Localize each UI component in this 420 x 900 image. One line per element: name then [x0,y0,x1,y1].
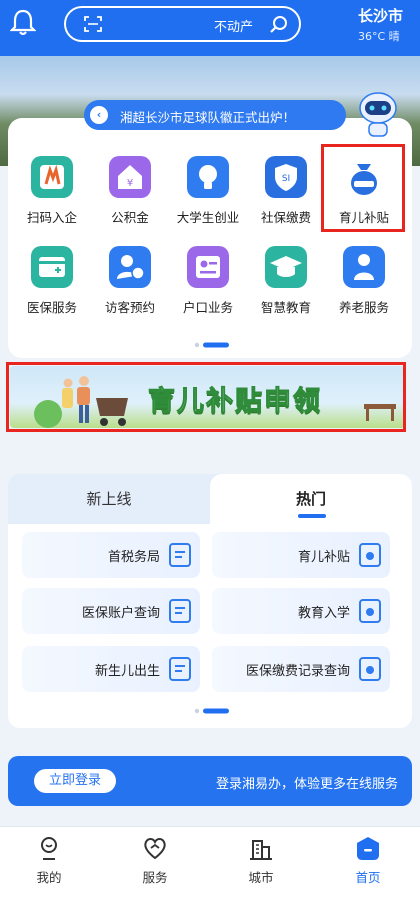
arrow-icon: ‹ [90,106,108,124]
service-scan-enter[interactable]: 扫码入企 [12,156,92,236]
scan-icon[interactable] [84,16,102,32]
service-label: 医保服务 [26,300,77,315]
nav-label: 我的 [36,870,62,885]
highlight-box-childcare [321,144,405,232]
city-name[interactable]: 长沙市 [358,5,403,26]
service-label: 大学生创业 [176,210,240,225]
home-icon [357,837,379,860]
service-label: 公积金 [111,210,149,225]
hot-item-tax[interactable]: 首税务局 [22,532,200,578]
service-household[interactable]: 户口业务 [168,246,248,326]
top-header: 不动产 长沙市 36°C 晴 [0,0,420,56]
svg-text:SI: SI [282,174,290,184]
service-housing-fund[interactable]: ¥ 公积金 [90,156,170,236]
page-indicator [194,342,229,348]
search-icon[interactable] [269,15,289,35]
login-text: 登录湘易办，体验更多在线服务 [215,777,398,792]
medical-card-icon [31,246,73,288]
qr-company-icon [31,156,73,198]
nav-city[interactable]: 城市 [226,835,296,895]
heart-service-icon [144,838,166,860]
svg-text:¥: ¥ [127,178,133,189]
hot-services-panel: 育儿补贴 首税务局 教育入学 医保账户查询 医保缴费记录查询 新生儿出生 [8,524,412,728]
notice-bubble[interactable]: ‹ 湘超长沙市足球队徽正式出炉！ [84,100,346,130]
document-icon [359,599,381,623]
document-icon [169,599,191,623]
hot-item-childcare[interactable]: 育儿补贴 [212,532,390,578]
service-visitor[interactable]: 访客预约 [90,246,170,326]
login-button[interactable]: 立即登录 [34,769,116,793]
service-social-insurance[interactable]: SI 社保缴费 [246,156,326,236]
service-student-startup[interactable]: 大学生创业 [168,156,248,236]
active-tab-underline [298,514,326,518]
service-smart-education[interactable]: 智慧教育 [246,246,326,326]
nav-home[interactable]: 首页 [333,835,403,895]
nav-service[interactable]: 服务 [120,835,190,895]
shield-icon: SI [265,156,307,198]
visitor-clock-icon [109,246,151,288]
city-icon [250,840,272,860]
service-elderly[interactable]: 养老服务 [324,246,404,326]
notice-text: 湘超长沙市足球队徽正式出炉！ [120,110,296,125]
service-label: 访客预约 [104,300,155,315]
bell-icon[interactable] [10,8,36,36]
robot-mascot-icon[interactable] [355,90,401,140]
hot-item-label: 医保账户查询 [81,606,160,621]
service-tabs: 新上线 热门 [8,474,412,524]
highlight-box-promo [6,362,406,432]
page-indicator [194,708,229,714]
nav-profile[interactable]: 我的 [14,835,84,895]
hot-item-label: 育儿补贴 [297,550,350,565]
hot-item-label: 教育入学 [297,606,350,621]
document-icon [169,543,191,567]
tab-new[interactable]: 新上线 [8,474,210,524]
hot-item-medical-account[interactable]: 医保账户查询 [22,588,200,634]
hot-item-newborn[interactable]: 新生儿出生 [22,646,200,692]
service-label: 户口业务 [182,300,233,315]
hot-item-medical-payment[interactable]: 医保缴费记录查询 [212,646,390,692]
weather-text: 36°C 晴 [358,30,400,43]
profile-icon [41,837,57,860]
hot-item-label: 首税务局 [107,550,160,565]
graduation-cap-icon [265,246,307,288]
search-bar[interactable]: 不动产 [64,6,301,42]
service-label: 扫码入企 [26,210,77,225]
service-label: 社保缴费 [260,210,311,225]
nav-label: 城市 [248,870,274,885]
service-label: 养老服务 [338,300,389,315]
document-icon [359,657,381,681]
bottom-nav: 首页 城市 服务 我的 [0,826,420,900]
search-placeholder: 不动产 [214,20,254,35]
elderly-icon [343,246,385,288]
hot-item-enrollment[interactable]: 教育入学 [212,588,390,634]
hot-item-label: 新生儿出生 [94,664,160,679]
house-fund-icon: ¥ [109,156,151,198]
nav-label: 首页 [355,870,381,885]
lightbulb-icon [187,156,229,198]
id-card-icon [187,246,229,288]
document-icon [359,543,381,567]
nav-label: 服务 [142,870,168,885]
service-label: 智慧教育 [260,300,311,315]
document-icon [169,657,191,681]
login-prompt: 立即登录 登录湘易办，体验更多在线服务 [8,756,412,806]
hot-item-label: 医保缴费记录查询 [245,664,350,679]
service-medical[interactable]: 医保服务 [12,246,92,326]
